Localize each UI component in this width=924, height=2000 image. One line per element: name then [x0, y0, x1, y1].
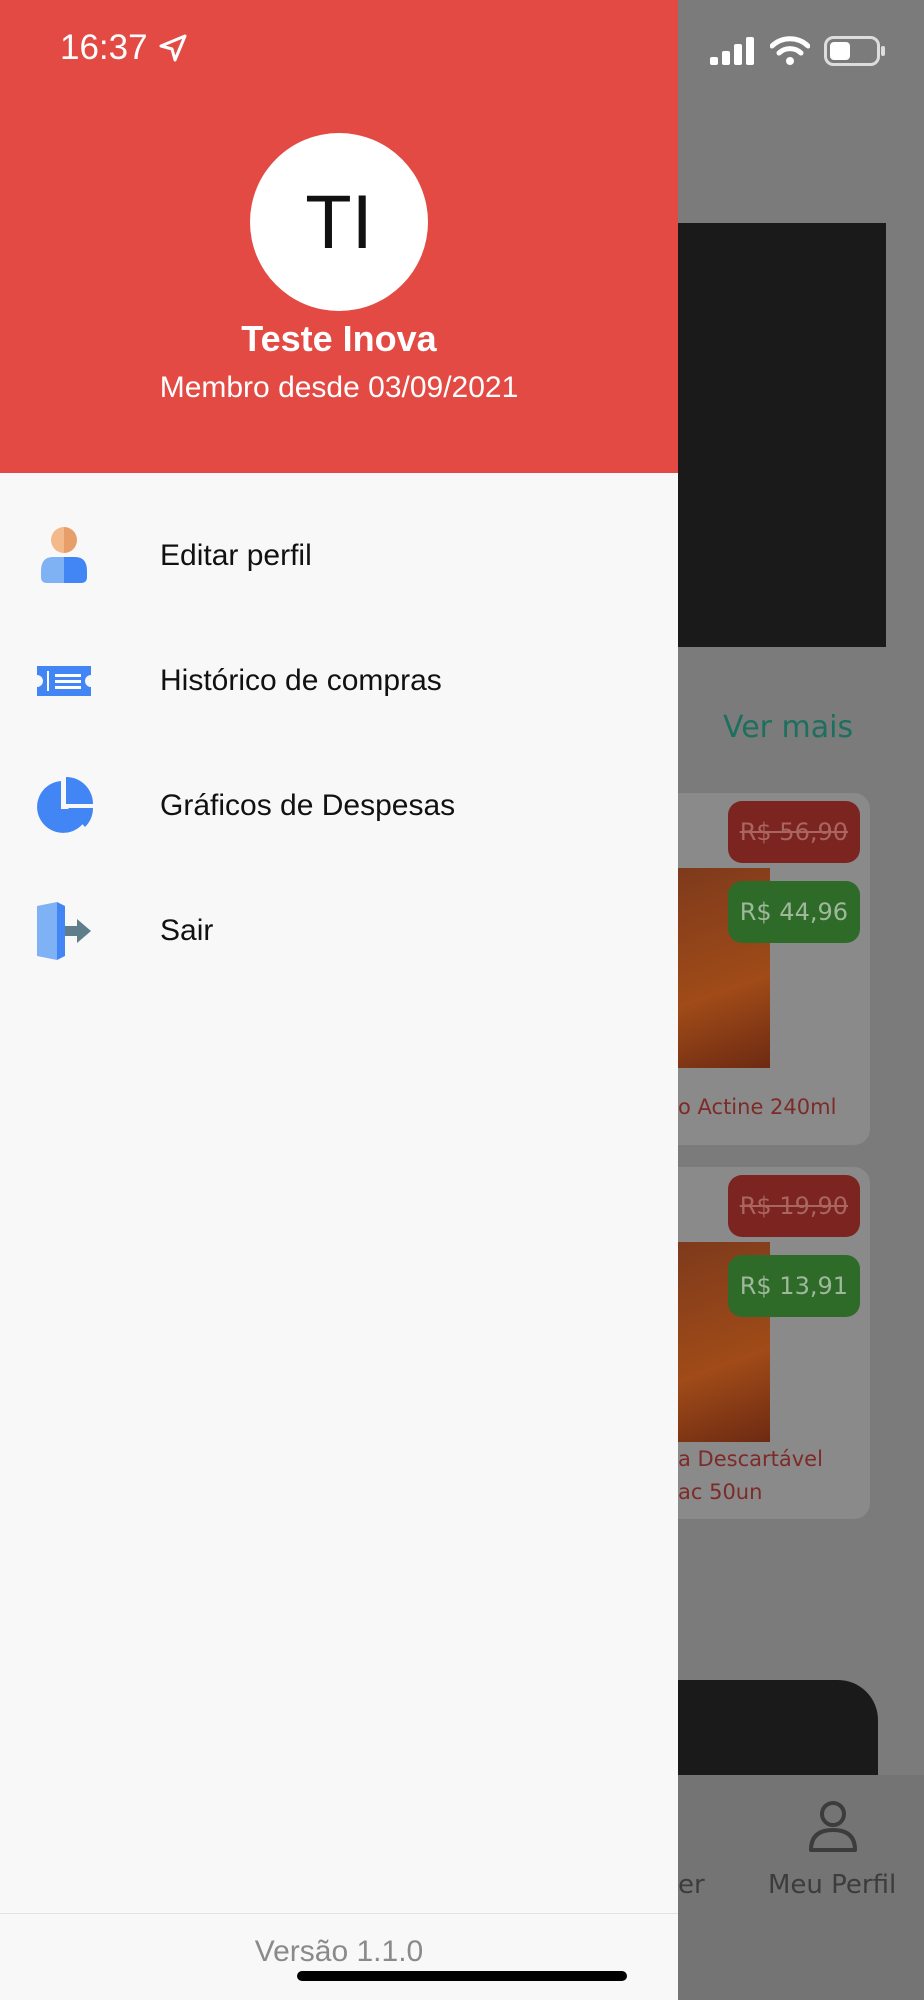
- menu-item-expense-charts[interactable]: Gráficos de Despesas: [0, 743, 678, 868]
- profile-tab-icon[interactable]: [808, 1800, 858, 1852]
- new-price: R$ 13,91: [727, 1255, 860, 1317]
- menu-item-label: Sair: [160, 913, 214, 947]
- tab-partial-label[interactable]: er: [678, 1870, 705, 1900]
- status-time: 16:37: [60, 28, 188, 68]
- promo-banner[interactable]: [678, 223, 886, 647]
- signal-icon: [710, 37, 754, 65]
- battery-icon: [824, 36, 885, 66]
- bottom-banner: [678, 1680, 878, 1775]
- old-price: R$ 56,90: [727, 801, 860, 863]
- menu-item-purchase-history[interactable]: Histórico de compras: [0, 618, 678, 743]
- menu-item-label: Gráficos de Despesas: [160, 788, 456, 822]
- product-card[interactable]: R$ 19,90 R$ 13,91 a Descartável ac 50un: [678, 1167, 870, 1519]
- see-more-link[interactable]: Ver mais: [723, 710, 853, 745]
- old-price: R$ 19,90: [727, 1175, 860, 1237]
- home-indicator[interactable]: [297, 1971, 627, 1981]
- product-name-line: ac 50un: [678, 1480, 763, 1504]
- status-icons: [710, 36, 886, 66]
- wifi-icon: [770, 36, 810, 65]
- menu-item-logout[interactable]: Sair: [0, 868, 678, 993]
- footer-divider: [0, 1913, 678, 1914]
- user-name: Teste Inova: [241, 318, 437, 359]
- product-name-line: a Descartável: [678, 1447, 823, 1471]
- product-name: o Actine 240ml: [678, 1095, 837, 1119]
- tab-profile-label[interactable]: Meu Perfil: [768, 1870, 896, 1900]
- pie-chart-icon: [34, 776, 94, 836]
- ticket-icon: [34, 651, 94, 711]
- member-since: Membro desde 03/09/2021: [159, 371, 519, 404]
- drawer-header: 16:37 TI Teste Inova Membro desde 03/09/…: [0, 0, 678, 473]
- logout-door-icon: [34, 901, 94, 961]
- user-icon: [34, 526, 94, 586]
- menu-item-label: Histórico de compras: [160, 663, 442, 697]
- drawer-menu: Editar perfil Histórico de compras Gráfi…: [0, 493, 678, 993]
- app-version: Versão 1.1.0: [254, 1935, 424, 1968]
- product-name: a Descartável ac 50un: [678, 1443, 823, 1509]
- location-arrow-icon: [159, 34, 187, 62]
- new-price: R$ 44,96: [727, 881, 860, 943]
- avatar[interactable]: TI: [250, 133, 428, 311]
- menu-item-label: Editar perfil: [160, 538, 312, 572]
- product-card[interactable]: R$ 56,90 R$ 44,96 o Actine 240ml: [678, 793, 870, 1145]
- navigation-drawer: 16:37 TI Teste Inova Membro desde 03/09/…: [0, 0, 678, 2000]
- menu-item-edit-profile[interactable]: Editar perfil: [0, 493, 678, 618]
- time-text: 16:37: [60, 28, 148, 67]
